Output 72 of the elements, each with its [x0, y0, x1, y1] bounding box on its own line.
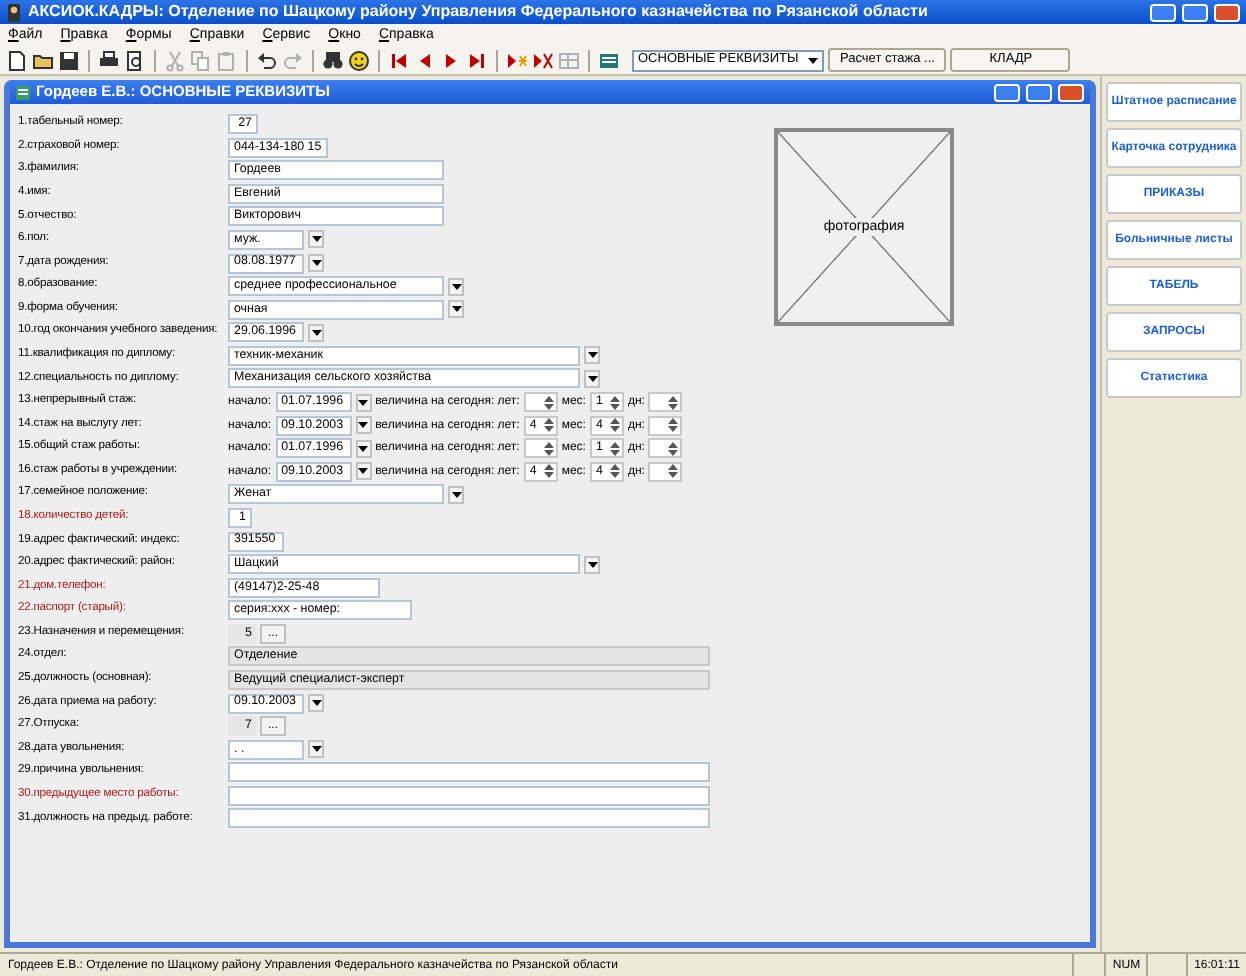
spin-arrows-icon[interactable]	[543, 464, 554, 479]
last-record-icon[interactable]	[466, 49, 488, 71]
form-icon	[16, 85, 30, 99]
caret-icon	[311, 700, 321, 707]
caret-icon	[311, 746, 321, 753]
dropdown-button[interactable]	[448, 485, 464, 504]
spin-arrows-icon[interactable]	[543, 441, 554, 456]
dropdown-button[interactable]	[308, 230, 324, 249]
minimize-button[interactable]	[1150, 3, 1176, 21]
spin-field[interactable]	[523, 392, 558, 413]
first-record-icon[interactable]	[388, 49, 410, 71]
spin-arrows-icon[interactable]	[609, 418, 620, 433]
input-field[interactable]	[228, 762, 710, 783]
caret-icon	[451, 491, 461, 498]
undo-icon[interactable]	[256, 49, 278, 71]
save-icon[interactable]	[58, 49, 80, 71]
dropdown-button[interactable]	[448, 300, 464, 319]
caret-icon	[311, 329, 321, 336]
input-field[interactable]	[228, 785, 710, 806]
spin-arrows-icon[interactable]	[668, 418, 679, 433]
print-preview-icon[interactable]	[124, 49, 146, 71]
caret-icon	[451, 283, 461, 290]
insert-icon[interactable]	[506, 49, 528, 71]
caret-icon	[808, 57, 818, 63]
dropdown-button[interactable]	[355, 393, 372, 412]
caret-icon	[358, 422, 369, 429]
minimize-button[interactable]	[994, 83, 1020, 101]
spin-arrows-icon[interactable]	[543, 418, 554, 433]
dropdown-button[interactable]	[308, 740, 324, 759]
maximize-button[interactable]	[1026, 83, 1052, 101]
spin-field[interactable]	[648, 461, 683, 482]
spin-arrows-icon[interactable]	[543, 395, 554, 410]
dropdown-button[interactable]	[355, 462, 372, 481]
printer-icon[interactable]	[98, 49, 120, 71]
dropdown-button[interactable]	[584, 346, 600, 365]
close-button[interactable]	[1058, 83, 1084, 101]
spin-arrows-icon[interactable]	[668, 441, 679, 456]
input-field[interactable]	[228, 808, 710, 829]
dropdown-button[interactable]	[584, 555, 600, 574]
caret-icon	[358, 399, 369, 406]
caret-icon	[451, 306, 461, 313]
dropdown-button[interactable]	[355, 416, 372, 435]
spin-arrows-icon[interactable]	[668, 395, 679, 410]
caret-icon	[587, 561, 597, 568]
delete-icon[interactable]	[532, 49, 554, 71]
binoculars-icon[interactable]	[322, 49, 344, 71]
spin-field[interactable]	[648, 392, 683, 413]
smiley-icon[interactable]	[348, 49, 370, 71]
dropdown-button[interactable]	[584, 369, 600, 388]
spin-field[interactable]	[523, 438, 558, 459]
window-title: АКСИОК.КАДРЫ: Отделение по Шацкому району Управления Федерального казначейства по Рязанской области	[28, 4, 930, 20]
spin-arrows-icon[interactable]	[609, 441, 620, 456]
dropdown-button[interactable]	[308, 323, 324, 342]
form-icon[interactable]	[598, 49, 620, 71]
dropdown-button[interactable]	[308, 694, 324, 713]
caret-icon	[358, 468, 369, 475]
caret-icon	[587, 375, 597, 382]
spin-field[interactable]	[648, 438, 683, 459]
caret-icon	[311, 260, 321, 267]
app-icon	[6, 3, 22, 21]
spin-arrows-icon[interactable]	[609, 464, 620, 479]
close-button[interactable]	[1214, 3, 1240, 21]
dropdown-button[interactable]	[355, 439, 372, 458]
maximize-button[interactable]	[1182, 3, 1208, 21]
spin-arrows-icon[interactable]	[668, 464, 679, 479]
caret-icon	[358, 445, 369, 452]
caret-icon	[311, 236, 321, 243]
caret-icon	[587, 352, 597, 359]
dropdown-button[interactable]	[448, 277, 464, 296]
spin-field[interactable]	[648, 415, 683, 436]
spin-arrows-icon[interactable]	[609, 395, 620, 410]
dropdown-button[interactable]	[308, 254, 324, 273]
